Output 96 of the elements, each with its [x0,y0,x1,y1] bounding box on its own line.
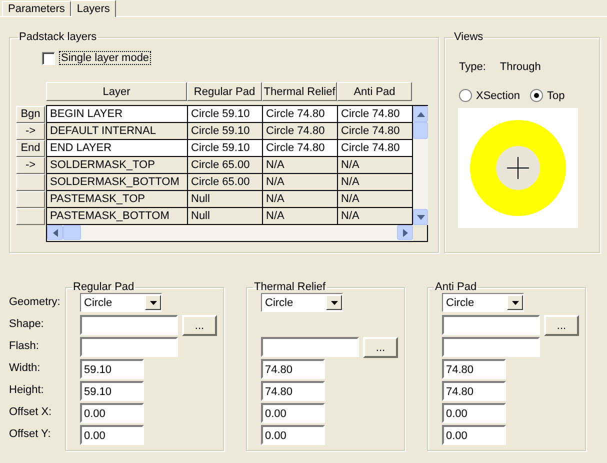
text-field[interactable] [442,315,540,335]
table-cell[interactable]: Circle 65.00 [188,157,263,174]
table-cell[interactable]: Circle 59.10 [188,123,263,140]
down-arrow-icon [416,214,424,220]
geometry-dropdown[interactable]: Circle [442,293,524,312]
number-field[interactable]: 74.80 [261,359,325,379]
text-field[interactable] [442,337,540,357]
column-header[interactable]: Thermal Relief [262,82,337,101]
number-field[interactable]: 0.00 [261,403,325,423]
field-label: Offset X: [9,406,52,418]
table-cell[interactable]: Circle 59.10 [188,106,263,123]
group-title: Padstack layers [18,31,98,43]
number-field[interactable]: 59.10 [80,381,144,401]
table-cell[interactable]: Circle 74.80 [338,140,413,157]
text-field[interactable] [80,315,178,335]
dropdown-arrow-icon [512,300,518,304]
number-field[interactable]: 0.00 [261,425,325,445]
radio-label[interactable]: Top [547,90,565,102]
scroll-thumb[interactable] [63,225,81,240]
field-label: Height: [9,384,44,396]
table-cell[interactable]: PASTEMASK_TOP [47,191,188,208]
row-button[interactable]: End [16,140,45,157]
type-value: Through [500,61,541,73]
table-cell[interactable]: N/A [263,208,338,225]
group-title: Thermal Relief [253,281,327,293]
table-cell[interactable]: Circle 74.80 [338,106,413,123]
radio-button[interactable] [459,89,472,102]
number-field[interactable]: 0.00 [80,403,144,423]
column-header[interactable]: Anti Pad [337,82,412,101]
number-field[interactable]: 74.80 [442,359,506,379]
radio-dot-icon [534,93,540,98]
browse-button[interactable]: ... [182,315,217,336]
row-button[interactable] [16,174,45,191]
dropdown-arrow-icon [330,300,338,304]
dropdown-arrow-icon [150,300,156,304]
table-cell[interactable]: Circle 65.00 [188,174,263,191]
vertical-scrollbar[interactable] [413,106,428,225]
table-cell[interactable]: N/A [263,157,338,174]
column-header[interactable]: Regular Pad [187,82,262,101]
type-label: Type: [459,61,486,73]
table-cell[interactable]: Circle 59.10 [188,140,263,157]
geometry-dropdown[interactable]: Circle [261,293,343,312]
group-title: Regular Pad [72,281,136,293]
table-cell[interactable]: SOLDERMASK_TOP [47,157,188,174]
field-label: Geometry: [9,296,60,308]
table-cell[interactable]: SOLDERMASK_BOTTOM [47,174,188,191]
table-cell[interactable]: N/A [263,174,338,191]
number-field[interactable]: 0.00 [442,403,506,423]
text-field[interactable] [80,337,178,357]
table-cell[interactable]: N/A [338,191,413,208]
row-button[interactable]: -> [16,157,45,174]
horizontal-scrollbar[interactable] [47,225,413,241]
table-cell[interactable]: N/A [338,157,413,174]
checkbox[interactable] [42,52,55,64]
radio-label[interactable]: XSection [476,90,520,102]
number-field[interactable]: 0.00 [442,425,506,445]
number-field[interactable]: 59.10 [80,359,144,379]
tab[interactable]: Parameters [2,1,71,16]
row-button[interactable] [16,208,45,225]
tab[interactable]: Layers [70,0,116,17]
browse-button[interactable]: ... [363,337,398,358]
field-label: Offset Y: [9,428,51,440]
table-cell[interactable]: DEFAULT INTERNAL [47,123,188,140]
checkbox-label[interactable]: Single layer mode [59,51,152,65]
table-cell[interactable]: PASTEMASK_BOTTOM [47,208,188,225]
table-cell[interactable]: BEGIN LAYER [47,106,188,123]
number-field[interactable]: 74.80 [442,381,506,401]
field-label: Width: [9,362,40,374]
right-arrow-icon [402,228,408,236]
geometry-dropdown[interactable]: Circle [80,293,162,312]
table-cell[interactable]: END LAYER [47,140,188,157]
number-field[interactable]: 74.80 [261,381,325,401]
table-cell[interactable]: Circle 74.80 [338,123,413,140]
table-cell[interactable]: N/A [338,208,413,225]
radio-button[interactable] [530,89,544,102]
row-button[interactable] [16,191,45,208]
table-cell[interactable]: Circle 74.80 [263,140,338,157]
table-cell[interactable]: Circle 74.80 [263,106,338,123]
field-label: Shape: [9,318,44,330]
group-title: Anti Pad [434,281,478,293]
table-cell[interactable]: N/A [263,191,338,208]
table-cell[interactable]: N/A [338,174,413,191]
up-arrow-icon [416,112,424,116]
table-cell[interactable]: Null [188,208,263,225]
text-field[interactable] [261,337,359,357]
row-button[interactable]: -> [16,123,45,140]
group-title: Views [453,31,484,43]
browse-button[interactable]: ... [544,315,579,336]
row-button[interactable]: Bgn [16,106,45,123]
table-cell[interactable]: Null [188,191,263,208]
column-header[interactable]: Layer [46,82,187,101]
field-label: Flash: [9,340,39,352]
number-field[interactable]: 0.00 [80,425,144,445]
left-arrow-icon [52,228,58,236]
table-cell[interactable]: Circle 74.80 [263,123,338,140]
scroll-thumb[interactable] [413,122,428,139]
